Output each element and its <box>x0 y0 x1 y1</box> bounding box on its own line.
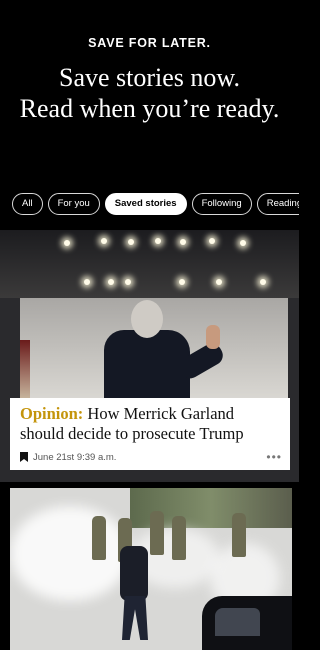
protester-legs-image <box>122 596 148 640</box>
section-tabs: All For you Saved stories Following Read… <box>12 193 299 215</box>
soldier-image <box>172 516 186 560</box>
ceiling-light-icon <box>128 239 134 245</box>
ceiling-light-icon <box>101 238 107 244</box>
bookmark-icon[interactable] <box>20 452 28 462</box>
raised-hand-image <box>206 325 220 349</box>
saved-timestamp: June 21st 9:39 a.m. <box>33 451 117 463</box>
tab-following[interactable]: Following <box>191 193 252 215</box>
story-card-caption[interactable]: Opinion: How Merrick Garland should deci… <box>10 398 290 470</box>
soldier-image <box>232 513 246 557</box>
soldier-image <box>92 516 106 560</box>
person-head-image <box>131 300 163 338</box>
flag-image <box>20 340 30 400</box>
promo-headline: Save stories now. Read when you’re ready… <box>0 62 299 124</box>
tear-gas-smoke-image <box>10 506 130 601</box>
story-card-image-2[interactable] <box>10 488 292 650</box>
ceiling-light-icon <box>64 240 70 246</box>
ceiling-light-icon <box>260 279 266 285</box>
ceiling-light-icon <box>155 238 161 244</box>
protester-image <box>120 546 148 601</box>
ceiling-light-icon <box>84 279 90 285</box>
promo-headline-line-2: Read when you’re ready. <box>19 94 280 123</box>
tab-reading-history[interactable]: Reading His <box>256 193 299 215</box>
tab-for-you[interactable]: For you <box>47 193 100 215</box>
ceiling-light-icon <box>180 239 186 245</box>
ceiling-light-icon <box>125 279 131 285</box>
promo-headline-line-1: Save stories now. <box>58 63 240 92</box>
promo-eyebrow: SAVE FOR LATER. <box>88 36 211 50</box>
tab-saved-stories[interactable]: Saved stories <box>104 193 187 215</box>
ceiling-light-icon <box>209 238 215 244</box>
hearing-room-ceiling-image <box>0 230 299 298</box>
ceiling-light-icon <box>179 279 185 285</box>
story-meta: June 21st 9:39 a.m. ••• <box>20 450 282 464</box>
ceiling-light-icon <box>216 279 222 285</box>
opinion-label: Opinion: <box>20 404 84 423</box>
tab-all[interactable]: All <box>12 193 43 215</box>
soldier-image <box>150 511 164 555</box>
car-window-image <box>215 608 260 636</box>
story-title[interactable]: Opinion: How Merrick Garland should deci… <box>20 404 282 444</box>
ceiling-light-icon <box>240 240 246 246</box>
more-horizontal-icon[interactable]: ••• <box>266 451 282 463</box>
saved-stories-promo-screen: SAVE FOR LATER. Save stories now. Read w… <box>0 0 299 650</box>
ceiling-light-icon <box>108 279 114 285</box>
